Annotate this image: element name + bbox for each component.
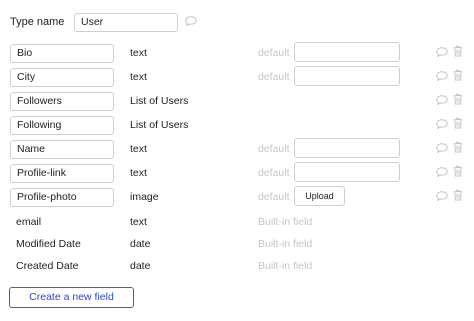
field-row: Modified Date date Built-in field	[0, 235, 474, 255]
field-name-input[interactable]: Profile-link	[10, 164, 114, 183]
comment-icon[interactable]	[436, 71, 448, 84]
field-row: Bio text default	[0, 42, 474, 64]
create-new-field-button[interactable]: Create a new field	[9, 287, 134, 308]
upload-button[interactable]: Upload	[294, 186, 345, 206]
field-type-label: text	[130, 143, 147, 155]
field-name-input[interactable]: Profile-photo	[10, 188, 114, 207]
default-label: default	[258, 167, 290, 179]
comment-icon[interactable]	[436, 191, 448, 204]
field-type-label: List of Users	[130, 95, 189, 107]
comment-icon[interactable]	[436, 119, 448, 132]
default-label: default	[258, 143, 290, 155]
builtin-field-label: Built-in field	[258, 238, 313, 250]
trash-icon[interactable]	[453, 189, 463, 204]
field-row: email text Built-in field	[0, 213, 474, 233]
type-name-row: Type name User	[10, 12, 197, 32]
comment-icon[interactable]	[436, 167, 448, 180]
field-type-label: List of Users	[130, 119, 189, 131]
field-row: City text default	[0, 66, 474, 88]
field-name-label: Created Date	[16, 260, 79, 272]
field-name-label: Modified Date	[16, 238, 81, 250]
field-name-input[interactable]: Following	[10, 116, 114, 135]
builtin-field-label: Built-in field	[258, 216, 313, 228]
builtin-field-label: Built-in field	[258, 260, 313, 272]
field-type-label: image	[130, 191, 159, 203]
trash-icon[interactable]	[453, 141, 463, 156]
default-value-input[interactable]	[294, 162, 400, 182]
default-label: default	[258, 47, 290, 59]
trash-icon[interactable]	[453, 117, 463, 132]
field-row: Name text default	[0, 138, 474, 160]
field-row: Profile-link text default	[0, 162, 474, 184]
field-row: Profile-photo image default Upload	[0, 186, 474, 208]
comment-icon[interactable]	[185, 15, 197, 29]
comment-icon[interactable]	[436, 95, 448, 108]
default-value-input[interactable]	[294, 138, 400, 158]
field-name-input[interactable]: City	[10, 68, 114, 87]
field-name-input[interactable]: Name	[10, 140, 114, 159]
field-row: Followers List of Users	[0, 92, 474, 112]
field-row: Created Date date Built-in field	[0, 257, 474, 277]
type-name-label: Type name	[10, 16, 65, 28]
field-type-label: date	[130, 260, 151, 272]
default-label: default	[258, 191, 290, 203]
default-label: default	[258, 71, 290, 83]
field-name-input[interactable]: Followers	[10, 92, 114, 111]
field-type-label: text	[130, 216, 147, 228]
field-type-label: text	[130, 71, 147, 83]
field-row: Following List of Users	[0, 116, 474, 136]
type-name-input[interactable]: User	[74, 12, 178, 32]
field-type-label: date	[130, 238, 151, 250]
default-value-input[interactable]	[294, 66, 400, 86]
field-name-input[interactable]: Bio	[10, 44, 114, 63]
trash-icon[interactable]	[453, 93, 463, 108]
field-type-label: text	[130, 167, 147, 179]
trash-icon[interactable]	[453, 69, 463, 84]
trash-icon[interactable]	[453, 165, 463, 180]
trash-icon[interactable]	[453, 45, 463, 60]
field-name-label: email	[16, 216, 42, 228]
default-value-input[interactable]	[294, 42, 400, 62]
comment-icon[interactable]	[436, 47, 448, 60]
field-type-label: text	[130, 47, 147, 59]
comment-icon[interactable]	[436, 143, 448, 156]
